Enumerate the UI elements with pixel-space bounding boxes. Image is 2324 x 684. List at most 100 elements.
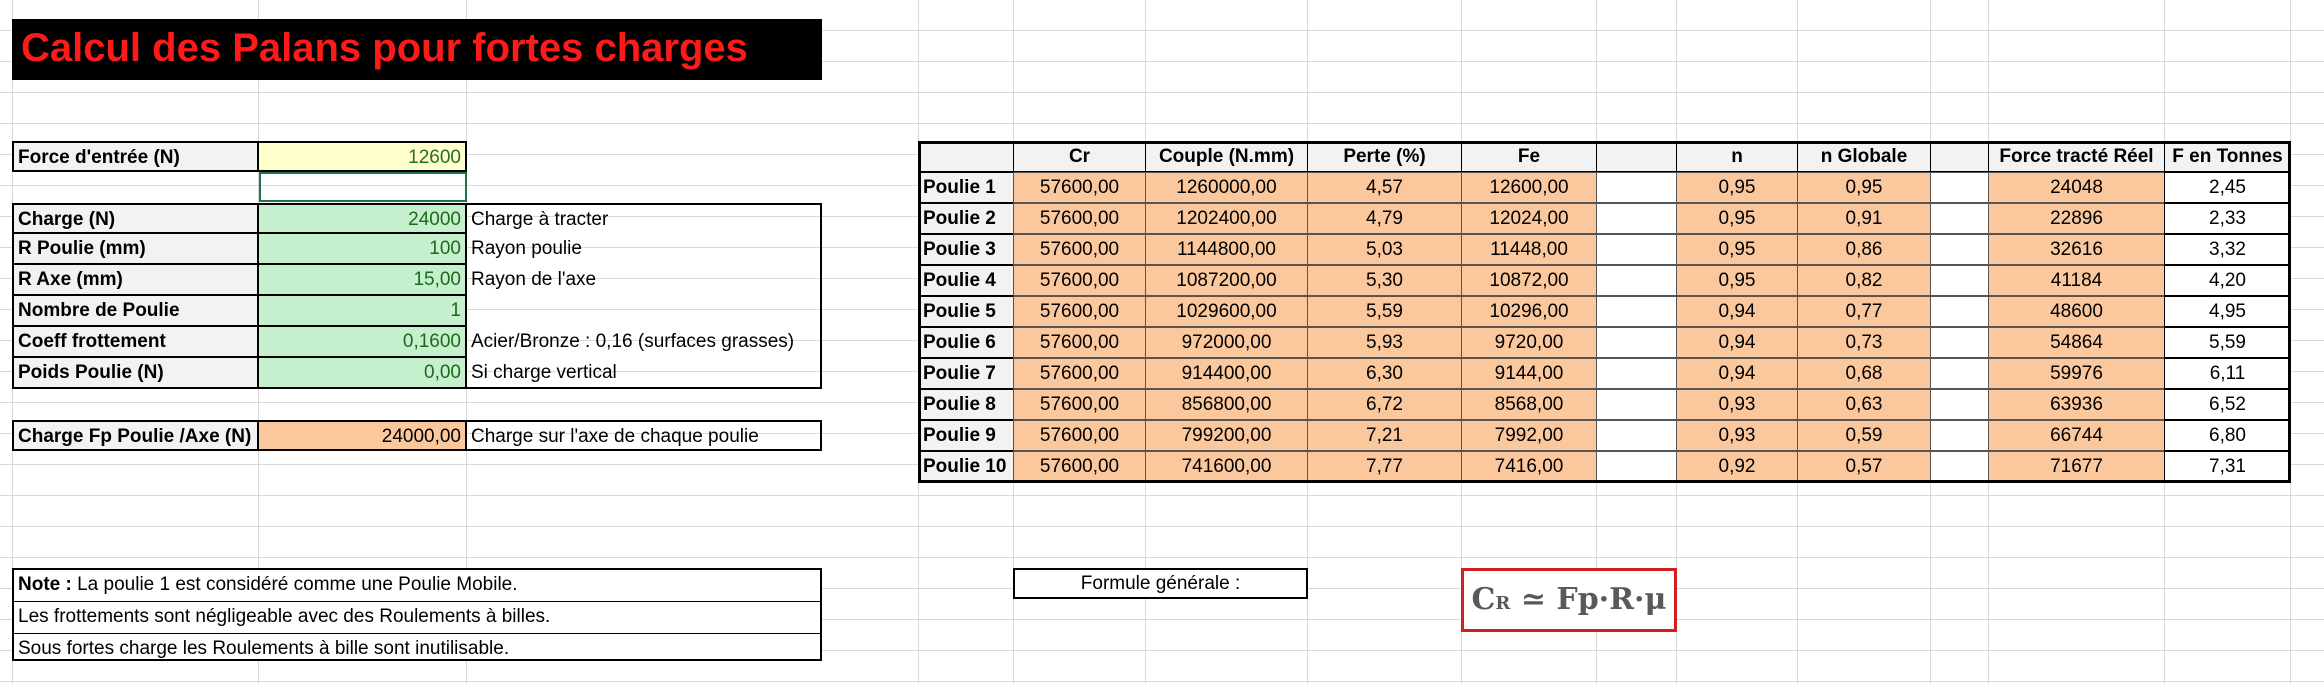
cell-cr[interactable]: 57600,00: [1013, 358, 1146, 389]
cell-fe[interactable]: 7416,00: [1461, 451, 1597, 482]
cell-ng[interactable]: 0,57: [1797, 451, 1931, 482]
cell-fe[interactable]: 12024,00: [1461, 203, 1597, 234]
cell-n[interactable]: 0,93: [1676, 420, 1798, 451]
cell-cr[interactable]: 57600,00: [1013, 203, 1146, 234]
cell-force[interactable]: 24048: [1988, 172, 2165, 203]
cell-couple[interactable]: 1087200,00: [1145, 265, 1308, 296]
cell-fe[interactable]: 11448,00: [1461, 234, 1597, 265]
cell-f-tonnes[interactable]: 3,32: [2164, 234, 2291, 265]
cell-cr[interactable]: 57600,00: [1013, 234, 1146, 265]
cell-couple[interactable]: 856800,00: [1145, 389, 1308, 420]
cell-force[interactable]: 54864: [1988, 327, 2165, 358]
header-n-globale: n Globale: [1797, 141, 1931, 172]
cell-f-tonnes[interactable]: 6,80: [2164, 420, 2291, 451]
cell-force[interactable]: 32616: [1988, 234, 2165, 265]
table-spacer-cell: [1596, 203, 1677, 234]
cell-perte[interactable]: 4,57: [1307, 172, 1462, 203]
param-value-cell[interactable]: 100: [259, 234, 467, 265]
cell-cr[interactable]: 57600,00: [1013, 451, 1146, 482]
cell-force[interactable]: 59976: [1988, 358, 2165, 389]
cell-n[interactable]: 0,95: [1676, 172, 1798, 203]
sheet-title-banner: Calcul des Palans pour fortes charges: [12, 19, 822, 80]
cell-perte[interactable]: 7,21: [1307, 420, 1462, 451]
cell-couple[interactable]: 914400,00: [1145, 358, 1308, 389]
table-spacer-cell: [1930, 265, 1989, 296]
cell-force[interactable]: 41184: [1988, 265, 2165, 296]
cell-fe[interactable]: 9720,00: [1461, 327, 1597, 358]
cell-fe[interactable]: 12600,00: [1461, 172, 1597, 203]
table-spacer-cell: [1596, 296, 1677, 327]
cell-cr[interactable]: 57600,00: [1013, 420, 1146, 451]
cell-ng[interactable]: 0,95: [1797, 172, 1931, 203]
cell-ng[interactable]: 0,86: [1797, 234, 1931, 265]
cell-fe[interactable]: 8568,00: [1461, 389, 1597, 420]
cell-n[interactable]: 0,95: [1676, 234, 1798, 265]
cell-force[interactable]: 71677: [1988, 451, 2165, 482]
cell-f-tonnes[interactable]: 6,52: [2164, 389, 2291, 420]
cell-force[interactable]: 22896: [1988, 203, 2165, 234]
cell-couple[interactable]: 1029600,00: [1145, 296, 1308, 327]
cell-f-tonnes[interactable]: 2,45: [2164, 172, 2291, 203]
param-value-cell[interactable]: 0,1600: [259, 327, 467, 358]
cell-perte[interactable]: 5,93: [1307, 327, 1462, 358]
cell-couple[interactable]: 799200,00: [1145, 420, 1308, 451]
cell-perte[interactable]: 5,30: [1307, 265, 1462, 296]
charge-axe-value[interactable]: 24000,00: [259, 420, 467, 451]
cell-force[interactable]: 48600: [1988, 296, 2165, 327]
cell-ng[interactable]: 0,73: [1797, 327, 1931, 358]
cell-f-tonnes[interactable]: 4,20: [2164, 265, 2291, 296]
cell-couple[interactable]: 1144800,00: [1145, 234, 1308, 265]
cell-perte[interactable]: 5,03: [1307, 234, 1462, 265]
cell-n[interactable]: 0,94: [1676, 327, 1798, 358]
cell-ng[interactable]: 0,59: [1797, 420, 1931, 451]
table-spacer-cell: [1596, 265, 1677, 296]
cell-perte[interactable]: 6,30: [1307, 358, 1462, 389]
cell-cr[interactable]: 57600,00: [1013, 327, 1146, 358]
param-description: Charge à tracter: [467, 203, 822, 234]
cell-fe[interactable]: 10872,00: [1461, 265, 1597, 296]
charge-axe-desc: Charge sur l'axe de chaque poulie: [467, 420, 822, 451]
cell-fe[interactable]: 7992,00: [1461, 420, 1597, 451]
cell-cr[interactable]: 57600,00: [1013, 265, 1146, 296]
cell-perte[interactable]: 7,77: [1307, 451, 1462, 482]
param-value-cell[interactable]: 1: [259, 296, 467, 327]
param-value-cell[interactable]: 24000: [259, 203, 467, 234]
cell-f-tonnes[interactable]: 6,11: [2164, 358, 2291, 389]
cell-cr[interactable]: 57600,00: [1013, 296, 1146, 327]
selected-cell-outline[interactable]: [259, 172, 467, 202]
param-value-cell[interactable]: 15,00: [259, 265, 467, 296]
cell-f-tonnes[interactable]: 5,59: [2164, 327, 2291, 358]
cell-perte[interactable]: 6,72: [1307, 389, 1462, 420]
cell-ng[interactable]: 0,63: [1797, 389, 1931, 420]
cell-f-tonnes[interactable]: 4,95: [2164, 296, 2291, 327]
cell-cr[interactable]: 57600,00: [1013, 389, 1146, 420]
cell-fe[interactable]: 9144,00: [1461, 358, 1597, 389]
cell-couple[interactable]: 972000,00: [1145, 327, 1308, 358]
param-label: Coeff frottement: [12, 327, 259, 358]
cell-fe[interactable]: 10296,00: [1461, 296, 1597, 327]
cell-f-tonnes[interactable]: 2,33: [2164, 203, 2291, 234]
cell-cr[interactable]: 57600,00: [1013, 172, 1146, 203]
formula-image[interactable]: CR ≃ Fp·R·μ: [1461, 568, 1677, 632]
cell-ng[interactable]: 0,91: [1797, 203, 1931, 234]
cell-couple[interactable]: 1202400,00: [1145, 203, 1308, 234]
force-input-cell[interactable]: 12600: [259, 141, 467, 172]
cell-n[interactable]: 0,94: [1676, 358, 1798, 389]
cell-n[interactable]: 0,95: [1676, 265, 1798, 296]
param-value-cell[interactable]: 0,00: [259, 358, 467, 389]
cell-perte[interactable]: 4,79: [1307, 203, 1462, 234]
cell-force[interactable]: 63936: [1988, 389, 2165, 420]
cell-perte[interactable]: 5,59: [1307, 296, 1462, 327]
cell-ng[interactable]: 0,82: [1797, 265, 1931, 296]
cell-n[interactable]: 0,92: [1676, 451, 1798, 482]
table-spacer-cell: [1930, 420, 1989, 451]
cell-couple[interactable]: 1260000,00: [1145, 172, 1308, 203]
cell-ng[interactable]: 0,77: [1797, 296, 1931, 327]
cell-f-tonnes[interactable]: 7,31: [2164, 451, 2291, 482]
cell-n[interactable]: 0,93: [1676, 389, 1798, 420]
cell-force[interactable]: 66744: [1988, 420, 2165, 451]
cell-ng[interactable]: 0,68: [1797, 358, 1931, 389]
cell-couple[interactable]: 741600,00: [1145, 451, 1308, 482]
cell-n[interactable]: 0,95: [1676, 203, 1798, 234]
cell-n[interactable]: 0,94: [1676, 296, 1798, 327]
